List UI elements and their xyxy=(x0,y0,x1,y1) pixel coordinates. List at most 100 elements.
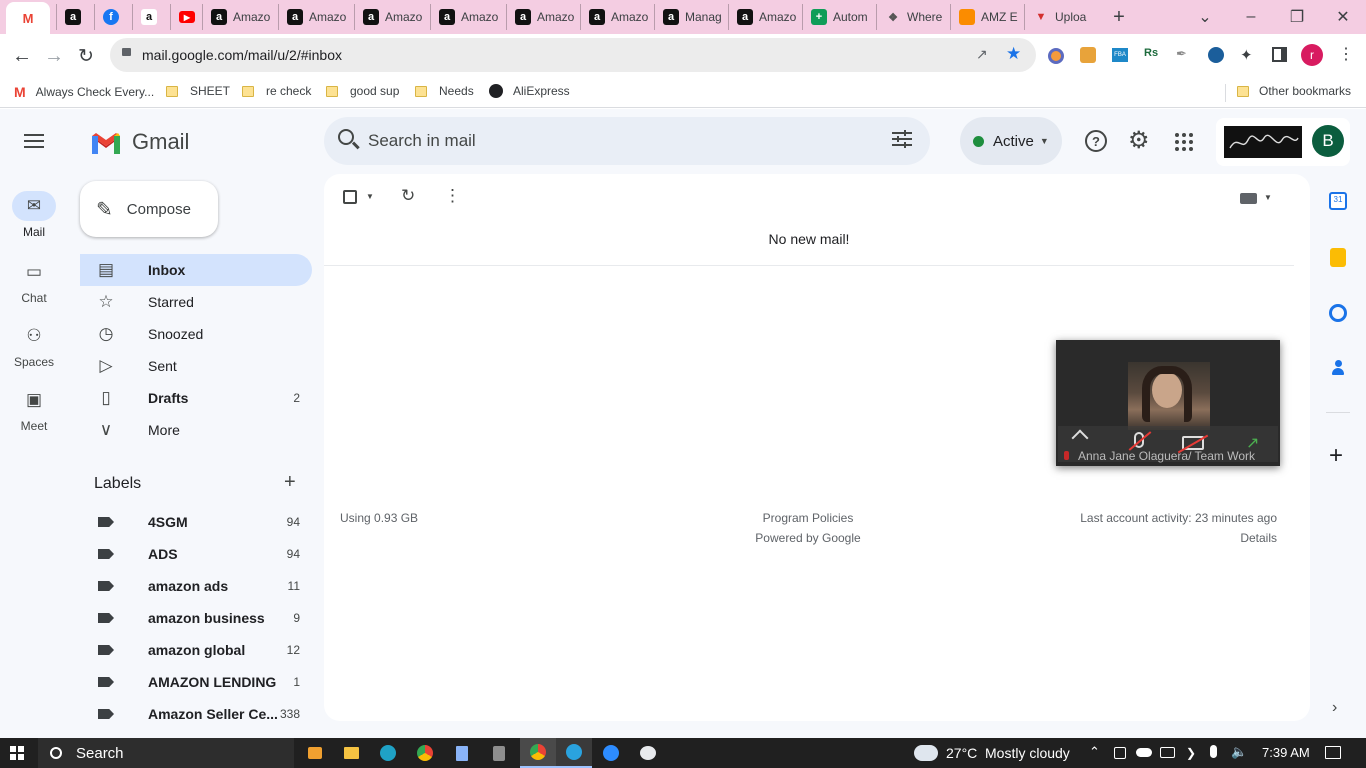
details-link[interactable]: Details xyxy=(1177,531,1277,545)
clock-time[interactable]: 7:39 AM xyxy=(1262,745,1310,760)
close-window-icon[interactable]: ✕ xyxy=(1320,0,1366,34)
label-item[interactable]: 4SGM 94 xyxy=(80,506,312,538)
chrome-icon[interactable] xyxy=(414,742,436,764)
browser-tab[interactable]: a Amazo xyxy=(506,4,578,30)
browser-tab[interactable]: a Manag xyxy=(654,4,726,30)
weather-temp[interactable]: 27°C xyxy=(946,745,977,761)
zoom-icon[interactable] xyxy=(600,742,622,764)
minimize-icon[interactable]: – xyxy=(1228,0,1274,34)
nav-item-sent[interactable]: ▷ Sent xyxy=(80,350,312,382)
video-call-window[interactable]: ↗ Anna Jane Olaguera/ Team Work xyxy=(1056,340,1280,466)
nav-item-more[interactable]: ∨ More xyxy=(80,414,312,446)
side-panel-icon[interactable] xyxy=(1272,47,1287,62)
refresh-icon[interactable]: ↻ xyxy=(401,186,415,206)
apps-grid-icon[interactable] xyxy=(1175,133,1193,151)
rail-item-mail[interactable]: ✉ Mail xyxy=(0,191,68,239)
more-options-icon[interactable]: ⋮ xyxy=(444,186,461,206)
browser-tab[interactable]: a Amazo xyxy=(580,4,652,30)
browser-tab[interactable]: ▶ xyxy=(170,4,200,30)
edge-icon[interactable] xyxy=(377,742,399,764)
program-policies-link[interactable]: Program Policies xyxy=(708,511,908,525)
restore-icon[interactable]: ❐ xyxy=(1274,0,1320,34)
notepad-icon[interactable] xyxy=(451,742,473,764)
browser-tab[interactable]: ❖ Where xyxy=(876,4,948,30)
browser-tab[interactable]: a Amazo xyxy=(278,4,352,30)
browser-tab[interactable]: M xyxy=(6,2,50,34)
extension-firefox-icon[interactable] xyxy=(1048,48,1064,64)
search-input[interactable]: Search in mail xyxy=(368,131,476,151)
forward-icon[interactable]: → xyxy=(42,44,66,68)
tasks-icon[interactable] xyxy=(1329,304,1347,322)
store-icon[interactable] xyxy=(304,742,326,764)
gmail-logo[interactable]: Gmail xyxy=(90,129,189,155)
settings-gear-icon[interactable]: ⚙ xyxy=(1128,126,1150,155)
taskbar-search[interactable]: Search xyxy=(38,738,294,768)
calculator-icon[interactable] xyxy=(488,742,510,764)
battery-icon[interactable] xyxy=(1160,747,1175,758)
other-bookmarks[interactable]: Other bookmarks xyxy=(1237,84,1351,98)
browser-tab[interactable]: a xyxy=(56,4,92,30)
browser-tab[interactable]: f xyxy=(94,4,130,30)
main-menu-icon[interactable] xyxy=(24,134,44,148)
status-button[interactable]: Active ▼ xyxy=(960,117,1062,165)
label-item[interactable]: amazon business 9 xyxy=(80,602,312,634)
wifi-icon[interactable]: ❯ xyxy=(1186,746,1196,760)
browser-tab[interactable]: AMZ E xyxy=(950,4,1022,30)
browser-tab[interactable]: a Amazo xyxy=(430,4,504,30)
help-icon[interactable]: ? xyxy=(1085,130,1107,152)
label-item[interactable]: ADS 94 xyxy=(80,538,312,570)
browser-tab[interactable]: + Autom xyxy=(802,4,874,30)
nav-item-starred[interactable]: ☆ Starred xyxy=(80,286,312,318)
chrome-menu-icon[interactable]: ⋮ xyxy=(1338,44,1354,64)
bookmark-item[interactable]: M Always Check Every... xyxy=(14,84,154,100)
share-icon[interactable]: ↗ xyxy=(976,46,988,63)
bookmark-item[interactable]: good sup xyxy=(326,84,399,98)
weather-cloud-icon[interactable] xyxy=(914,745,938,761)
browser-tab[interactable]: a Amazo xyxy=(202,4,276,30)
windows-start-icon[interactable] xyxy=(10,746,24,760)
label-item[interactable]: Amazon Seller Ce... 338 xyxy=(80,698,312,730)
keep-icon[interactable] xyxy=(1330,248,1346,267)
new-tab-button[interactable]: + xyxy=(1096,0,1142,34)
extensions-puzzle-icon[interactable]: ✦ xyxy=(1240,46,1253,64)
extension-compass-icon[interactable] xyxy=(1208,47,1224,63)
rail-item-spaces[interactable]: ⚇ Spaces xyxy=(0,321,68,369)
microphone-icon[interactable] xyxy=(1210,745,1217,758)
extension-cake-icon[interactable] xyxy=(1080,47,1096,63)
lock-icon[interactable] xyxy=(122,48,131,56)
search-options-icon[interactable] xyxy=(892,130,912,148)
calendar-icon[interactable]: 31 xyxy=(1329,192,1347,210)
extension-rs-icon[interactable]: Rs xyxy=(1144,47,1158,59)
add-addon-icon[interactable]: + xyxy=(1329,442,1343,470)
reload-icon[interactable]: ↻ xyxy=(74,44,98,68)
browser-tab[interactable]: a xyxy=(132,4,168,30)
nav-item-inbox[interactable]: ▤ Inbox xyxy=(80,254,312,286)
extension-fba-icon[interactable]: FBA xyxy=(1112,48,1128,62)
bookmark-item[interactable]: re check xyxy=(242,84,311,98)
label-item[interactable]: amazon ads 11 xyxy=(80,570,312,602)
bookmark-star-icon[interactable]: ★ xyxy=(1006,44,1021,64)
bookmark-item[interactable]: SHEET xyxy=(166,84,230,98)
browser-tab[interactable]: a Amazo xyxy=(354,4,428,30)
keyboard-icon[interactable] xyxy=(1240,193,1257,204)
nav-item-drafts[interactable]: ▯ Drafts 2 xyxy=(80,382,312,414)
side-panel-toggle-icon[interactable]: › xyxy=(1332,699,1337,717)
app-icon[interactable] xyxy=(637,742,659,764)
keyboard-dropdown-icon[interactable]: ▼ xyxy=(1264,193,1272,202)
bookmark-item[interactable]: Needs xyxy=(415,84,474,98)
address-bar[interactable]: mail.google.com/mail/u/2/#inbox ↗ ★ xyxy=(110,38,1036,72)
browser-tab[interactable]: a Amazo xyxy=(728,4,800,30)
bookmark-item[interactable]: AliExpress xyxy=(489,84,570,98)
onedrive-icon[interactable] xyxy=(1136,748,1152,757)
notifications-icon[interactable] xyxy=(1325,746,1341,759)
compose-button[interactable]: ✎ Compose xyxy=(80,181,218,237)
weather-condition[interactable]: Mostly cloudy xyxy=(985,745,1070,761)
tab-search-icon[interactable]: ⌄ xyxy=(1182,0,1228,34)
label-item[interactable]: amazon global 12 xyxy=(80,634,312,666)
add-label-icon[interactable]: + xyxy=(284,471,296,494)
tray-icon-1[interactable] xyxy=(1114,747,1126,759)
contacts-icon[interactable] xyxy=(1332,360,1344,376)
browser-tab[interactable]: ▼ Uploa xyxy=(1024,4,1096,30)
chrome-active-icon[interactable] xyxy=(520,738,556,768)
rail-item-chat[interactable]: ▭ Chat xyxy=(0,257,68,305)
